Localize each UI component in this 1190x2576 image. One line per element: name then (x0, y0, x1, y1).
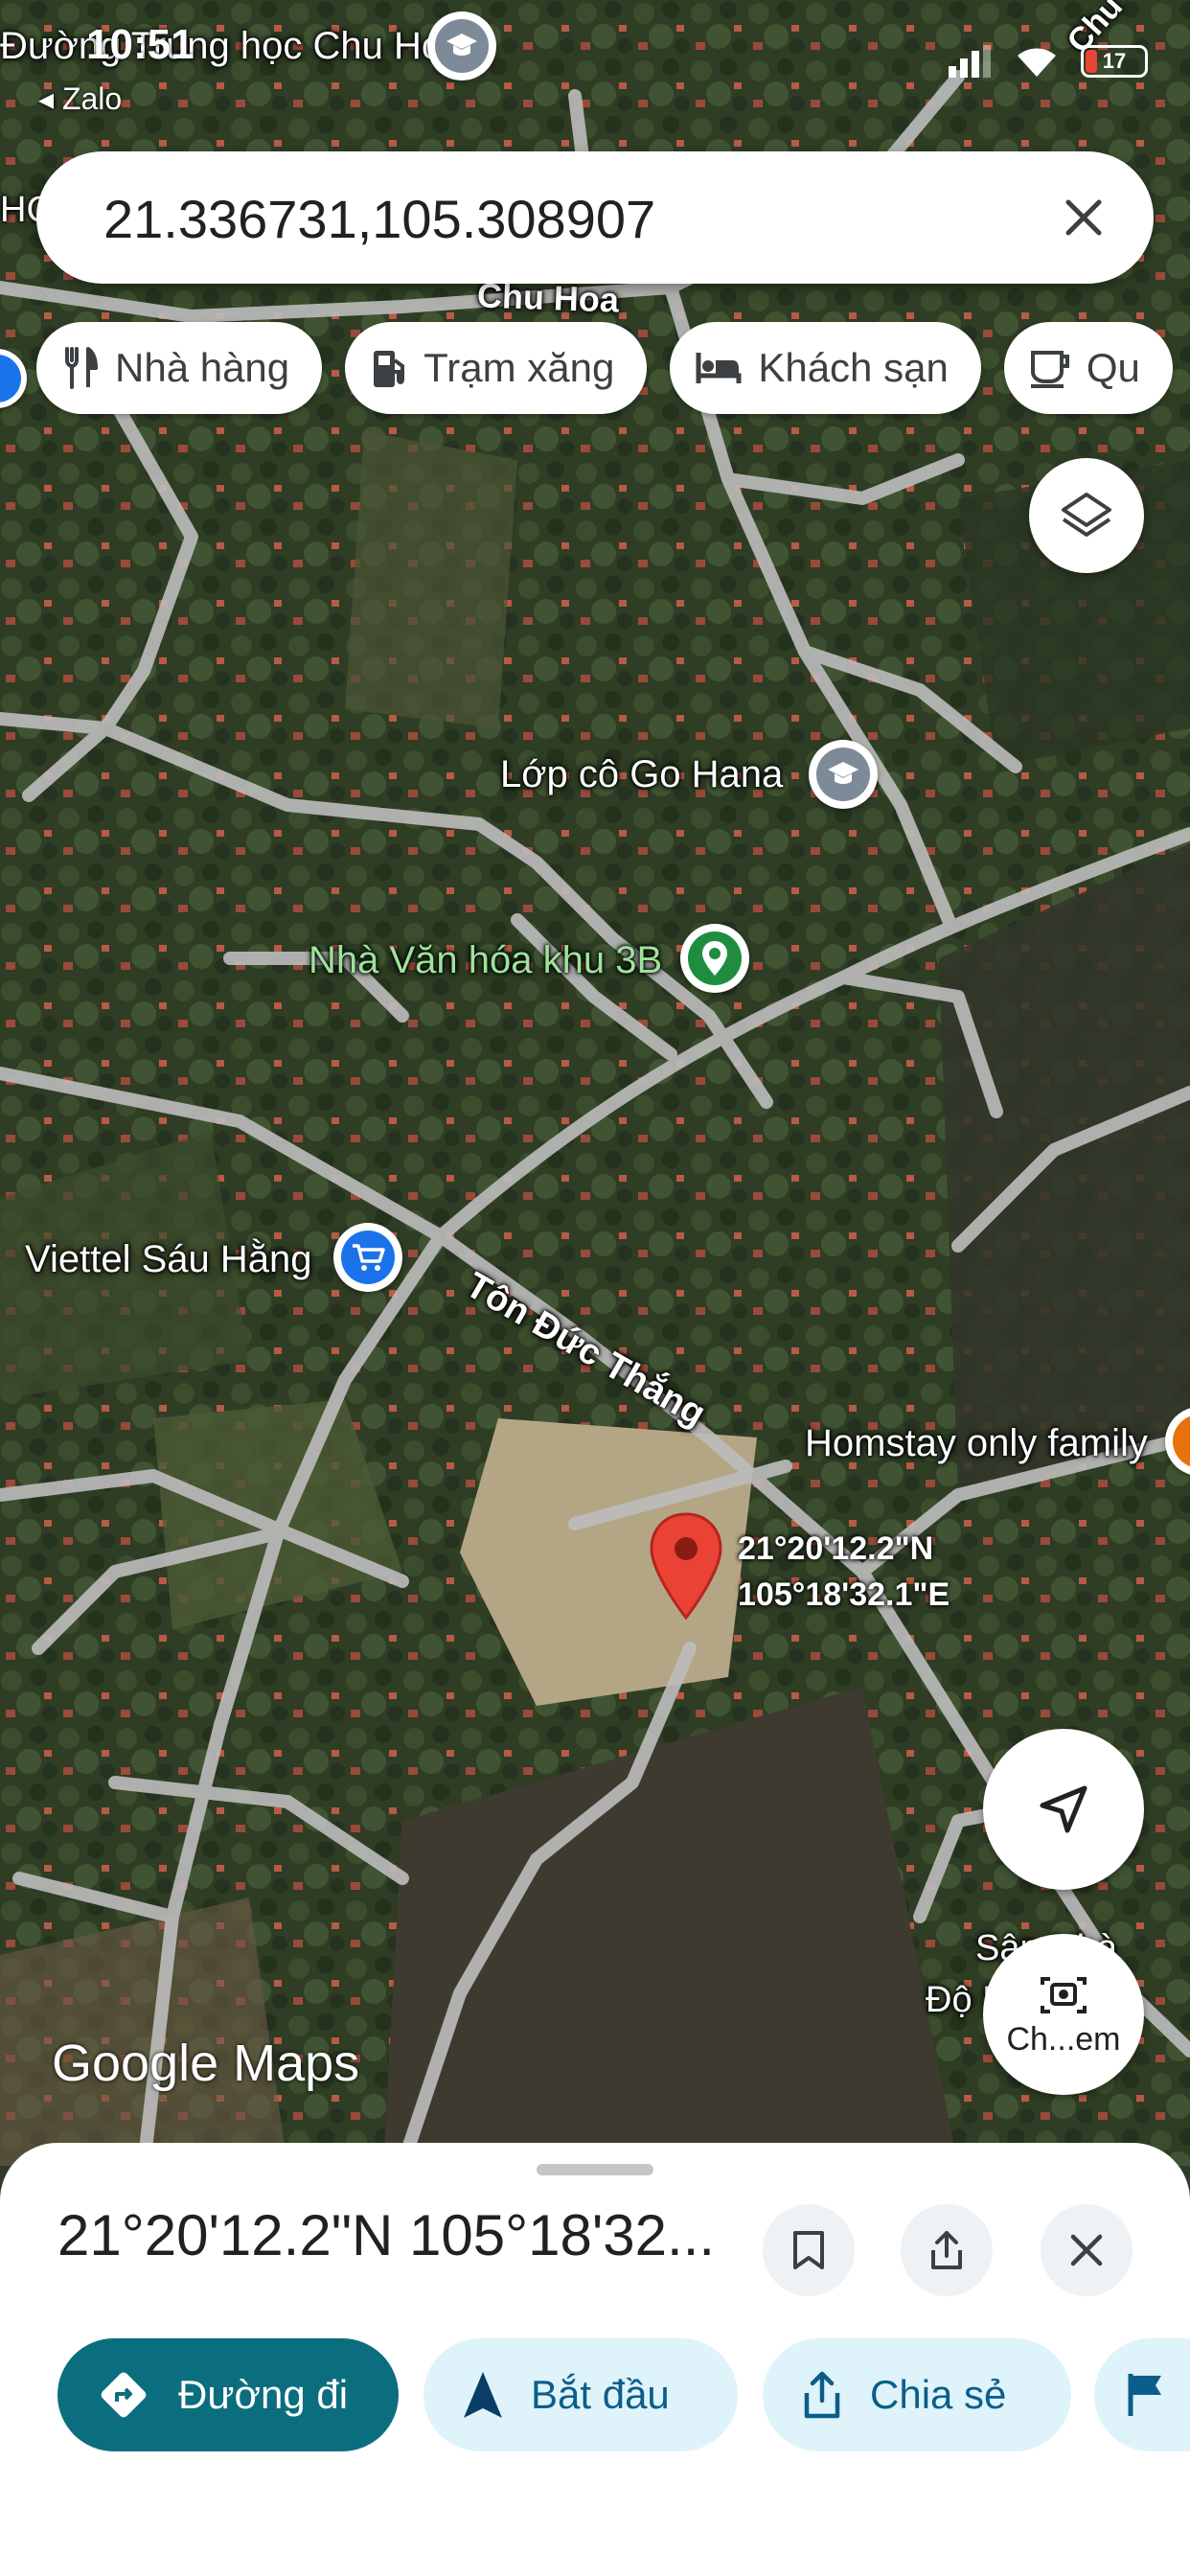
map-label-culture-house[interactable]: Nhà Văn hóa khu 3B (309, 939, 662, 982)
chip-hotels[interactable]: Khách sạn (670, 322, 981, 414)
shopping-cart-icon[interactable] (333, 1223, 402, 1292)
signal-icon (949, 45, 991, 78)
layers-button[interactable] (1029, 458, 1144, 573)
gas-station-icon (374, 351, 405, 387)
flag-icon (1128, 2374, 1161, 2416)
share-action-button[interactable]: Chia sẻ (763, 2338, 1071, 2451)
search-bar[interactable]: 21.336731,105.308907 (36, 151, 1154, 284)
my-location-button[interactable] (983, 1729, 1144, 1890)
pin-longitude: 105°18'32.1"E (738, 1576, 950, 1613)
chip-label: Qu (1086, 345, 1140, 390)
close-icon (1070, 2234, 1103, 2266)
pin-latitude: 21°20'12.2"N (738, 1530, 934, 1567)
status-time: 10:51 (86, 21, 195, 68)
chip-label: Nhà hàng (115, 345, 290, 390)
coffee-icon (1030, 351, 1069, 388)
layers-icon (1062, 493, 1111, 537)
chip-label: Trạm xăng (423, 345, 615, 390)
search-input[interactable]: 21.336731,105.308907 (103, 188, 655, 250)
camera-button-label: Ch...em (1006, 2020, 1121, 2058)
battery-level: 17 (1102, 49, 1127, 73)
close-icon (1065, 199, 1102, 236)
sheet-drag-handle[interactable] (537, 2164, 653, 2175)
park-icon[interactable] (680, 924, 749, 993)
navigation-start-icon (464, 2372, 502, 2418)
clear-search-button[interactable] (1052, 186, 1115, 249)
restaurant-icon (65, 347, 98, 389)
directions-icon (101, 2372, 147, 2418)
directions-button[interactable]: Đường đi (57, 2338, 399, 2451)
chip-label: Khách sạn (758, 345, 949, 390)
school-icon[interactable] (809, 740, 878, 809)
back-to-app-link[interactable]: ◂ Zalo (38, 80, 122, 117)
dropped-pin-icon[interactable] (648, 1510, 724, 1622)
more-action-button[interactable] (1094, 2338, 1190, 2451)
map-label-homestay[interactable]: Homstay only family (805, 1422, 1148, 1465)
battery-icon: 17 (1081, 45, 1148, 78)
chip-gas-stations[interactable]: Trạm xăng (345, 322, 648, 414)
hotel-icon (696, 353, 742, 383)
map-label-viettel[interactable]: Viettel Sáu Hằng (25, 1238, 311, 1281)
category-chips: Nhà hàng Trạm xăng Khách sạn Qu (36, 322, 1173, 414)
share-icon (931, 2231, 962, 2269)
google-maps-logo: Google Maps (52, 2035, 360, 2092)
place-title: 21°20'12.2"N 105°18'32... (57, 2203, 716, 2267)
start-label: Bắt đầu (531, 2372, 670, 2417)
bookmark-icon (793, 2231, 824, 2269)
directions-label: Đường đi (178, 2372, 349, 2417)
chip-restaurants[interactable]: Nhà hàng (36, 322, 323, 414)
share-button[interactable] (901, 2204, 993, 2296)
chip-coffee[interactable]: Qu (1003, 322, 1173, 414)
map-label-go-hana[interactable]: Lớp cô Go Hana (500, 753, 783, 796)
save-button[interactable] (763, 2204, 855, 2296)
camera-icon (1041, 1976, 1087, 2013)
status-bar: 10:51 ◂ Zalo 17 (0, 0, 1190, 134)
close-sheet-button[interactable] (1041, 2204, 1133, 2296)
pin-coordinate-label: 21°20'12.2"N 105°18'32.1"E (738, 1526, 950, 1618)
place-bottom-sheet[interactable]: 21°20'12.2"N 105°18'32... Đường đi Bắt đ… (0, 2143, 1190, 2576)
share-label: Chia sẻ (870, 2372, 1007, 2417)
status-icons: 17 (947, 44, 1148, 79)
navigation-arrow-icon (1040, 1785, 1087, 1833)
camera-search-button[interactable]: Ch...em (983, 1934, 1144, 2095)
start-button[interactable]: Bắt đầu (423, 2338, 738, 2451)
wifi-icon (1018, 48, 1056, 77)
back-app-label: Zalo (61, 81, 123, 116)
share-icon (804, 2371, 840, 2419)
